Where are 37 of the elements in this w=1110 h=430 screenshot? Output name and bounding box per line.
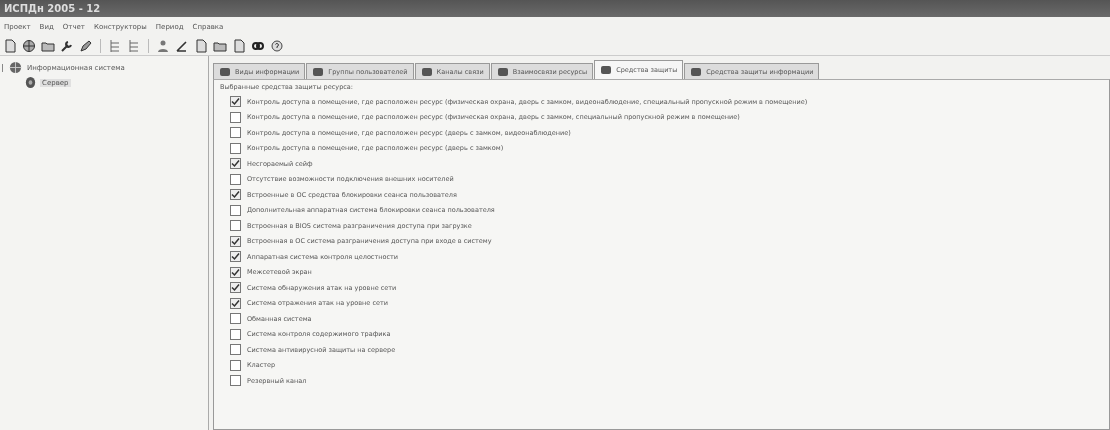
tab-icon bbox=[219, 65, 231, 78]
globe-icon[interactable] bbox=[21, 38, 37, 54]
pencil-icon[interactable] bbox=[174, 38, 190, 54]
checkbox[interactable] bbox=[230, 266, 241, 278]
document-icon[interactable] bbox=[2, 38, 18, 54]
document-icon[interactable] bbox=[231, 38, 247, 54]
checkbox[interactable] bbox=[230, 96, 241, 108]
globe-icon bbox=[9, 61, 22, 74]
tab-icon bbox=[312, 65, 325, 78]
checkbox[interactable] bbox=[230, 235, 241, 247]
help-icon[interactable] bbox=[269, 38, 285, 54]
pen-icon[interactable] bbox=[78, 38, 94, 54]
checkbox[interactable] bbox=[230, 344, 241, 356]
tab-icon bbox=[496, 65, 509, 78]
tab-icon bbox=[690, 65, 703, 78]
person-icon[interactable] bbox=[155, 38, 171, 54]
checkbox[interactable] bbox=[230, 204, 241, 216]
tab-icon bbox=[420, 65, 433, 78]
document-icon[interactable] bbox=[193, 38, 209, 54]
disk-icon bbox=[24, 76, 37, 89]
checkbox[interactable] bbox=[230, 158, 241, 170]
tab-icon bbox=[600, 64, 613, 76]
checkbox[interactable] bbox=[230, 142, 241, 154]
checkbox[interactable] bbox=[230, 251, 241, 263]
checkbox[interactable] bbox=[230, 111, 241, 123]
window-title: ИСПДн 2005 - 12 bbox=[4, 3, 101, 14]
checkbox[interactable] bbox=[230, 328, 241, 340]
checkbox[interactable] bbox=[230, 359, 241, 371]
checkbox[interactable] bbox=[230, 220, 241, 232]
checkbox[interactable] bbox=[230, 375, 241, 387]
checkbox[interactable] bbox=[230, 313, 241, 325]
checkbox[interactable] bbox=[230, 189, 241, 201]
checkbox[interactable] bbox=[230, 282, 241, 294]
checkbox[interactable] bbox=[230, 173, 241, 185]
checkbox[interactable] bbox=[230, 297, 241, 309]
wrench-icon[interactable] bbox=[59, 38, 75, 54]
checkbox[interactable] bbox=[230, 127, 241, 139]
